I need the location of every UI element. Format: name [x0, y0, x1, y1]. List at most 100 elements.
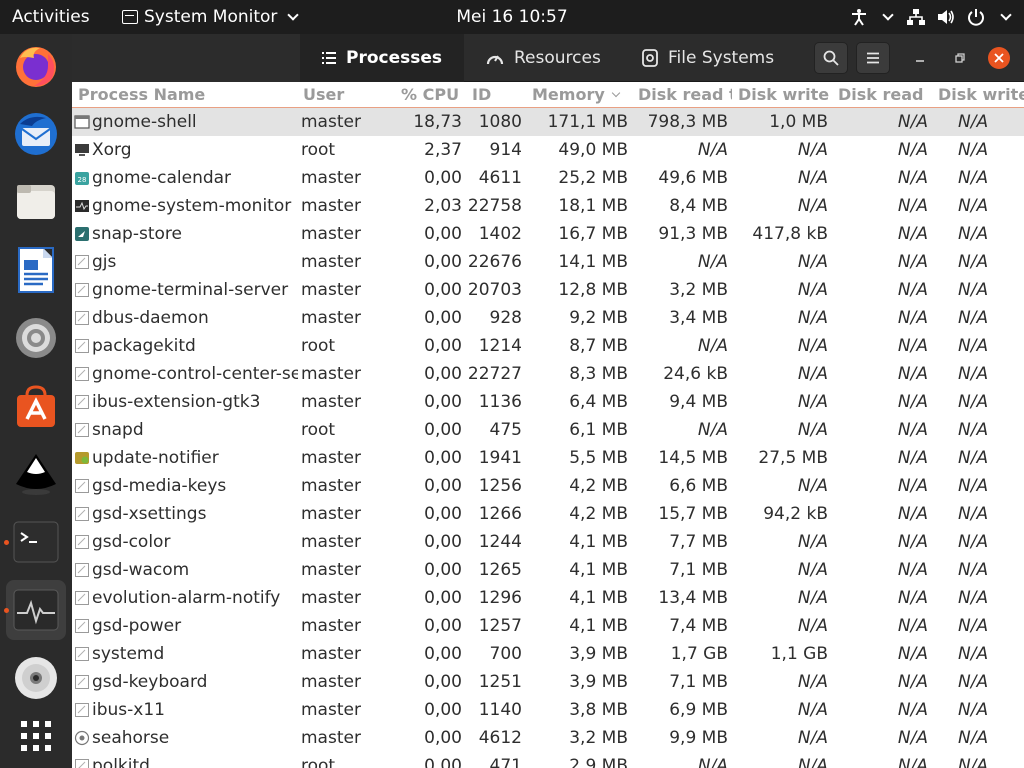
process-table[interactable]: Process Name User % CPU ID Memory Disk r…: [72, 82, 1024, 768]
table-row[interactable]: systemd master 0,00 700 3,9 MB 1,7 GB 1,1 GB N/…: [72, 640, 1024, 668]
dock-thunderbird[interactable]: [6, 104, 66, 164]
dock-system-monitor[interactable]: [4, 580, 66, 640]
running-indicator: [4, 540, 9, 545]
process-name-cell: gnome-control-center-se: [72, 360, 298, 388]
table-row[interactable]: gsd-power master 0,00 1257 4,1 MB 7,4 MB N/A N/…: [72, 612, 1024, 640]
tab-resources[interactable]: Resources: [464, 34, 623, 82]
settings-gear-icon: [16, 318, 56, 358]
table-row[interactable]: gsd-xsettings master 0,00 1266 4,2 MB 15,7 MB…: [72, 500, 1024, 528]
activities-button[interactable]: Activities: [12, 0, 90, 34]
column-header-memory[interactable]: Memory: [526, 82, 632, 108]
process-id-cell: 20703: [467, 280, 522, 300]
disk-write-total-cell: N/A: [797, 672, 828, 692]
disk-read-total-cell: 8,4 MB: [669, 196, 728, 216]
minimize-button[interactable]: [910, 48, 930, 68]
user-cell: master: [301, 364, 361, 384]
system-tray[interactable]: [850, 0, 1014, 34]
column-header-disk-read[interactable]: Disk read: [832, 82, 932, 108]
column-header-disk-read-total[interactable]: Disk read t: [632, 82, 732, 108]
cpu-cell: 2,37: [424, 140, 462, 160]
disk-read-cell: N/A: [897, 616, 928, 636]
close-window-button[interactable]: [988, 47, 1010, 69]
table-row[interactable]: ibus-extension-gtk3 master 0,00 1136 6,4 MB 9…: [72, 388, 1024, 416]
user-cell: master: [301, 252, 361, 272]
process-id-cell: 4612: [478, 728, 522, 748]
accessibility-chevron-icon[interactable]: [882, 9, 894, 21]
column-header-process-name[interactable]: Process Name: [72, 82, 298, 108]
memory-cell: 12,8 MB: [558, 280, 628, 300]
table-row[interactable]: packagekitd root 0,00 1214 8,7 MB N/A N/A N/A N/…: [72, 332, 1024, 360]
system-menu-chevron-icon[interactable]: [1000, 9, 1012, 21]
column-header-user[interactable]: User: [297, 82, 391, 108]
dock-ubuntu-software[interactable]: [6, 376, 66, 436]
table-row[interactable]: gjs master 0,00 22676 14,1 MB N/A N/A N/A N/A: [72, 248, 1024, 276]
table-row[interactable]: gsd-media-keys master 0,00 1256 4,2 MB 6,6 MB…: [72, 472, 1024, 500]
memory-cell: 3,8 MB: [569, 700, 628, 720]
table-row[interactable]: gsd-keyboard master 0,00 1251 3,9 MB 7,1 MB N/…: [72, 668, 1024, 696]
main-menu-button[interactable]: [856, 42, 890, 74]
accessibility-icon[interactable]: [850, 8, 868, 26]
memory-cell: 4,1 MB: [569, 588, 628, 608]
table-row[interactable]: gsd-color master 0,00 1244 4,1 MB 7,7 MB N/A N/…: [72, 528, 1024, 556]
table-row[interactable]: snap-store master 0,00 1402 16,7 MB 91,3 MB 41…: [72, 220, 1024, 248]
memory-cell: 14,1 MB: [558, 252, 628, 272]
header-bar-empty-area[interactable]: [72, 34, 300, 82]
table-row[interactable]: gnome-shell master 18,73 1080 171,1 MB 798,3 …: [72, 108, 1024, 136]
table-row[interactable]: seahorse master 0,00 4612 3,2 MB 9,9 MB N/A N/A…: [72, 724, 1024, 752]
cpu-cell: 0,00: [424, 700, 462, 720]
tab-file-systems[interactable]: File Systems: [620, 34, 796, 82]
disk-write-cell: N/A: [958, 140, 989, 160]
dock-inkscape[interactable]: [6, 444, 66, 504]
disk-read-cell: N/A: [897, 756, 928, 768]
column-header-cpu[interactable]: % CPU: [395, 82, 467, 108]
disk-read-total-cell: N/A: [697, 756, 728, 768]
column-header-disk-write[interactable]: Disk write: [932, 82, 1024, 108]
power-icon[interactable]: [966, 7, 986, 27]
disk-write-total-cell: N/A: [797, 308, 828, 328]
column-header-id[interactable]: ID: [466, 82, 526, 108]
disk-write-cell: N/A: [958, 532, 989, 552]
table-row[interactable]: polkitd root 0,00 471 2,9 MB N/A N/A N/A N/A: [72, 752, 1024, 768]
process-name: ibus-extension-gtk3: [92, 392, 261, 412]
process-name-cell: ibus-extension-gtk3: [72, 388, 298, 416]
app-menu[interactable]: System Monitor: [122, 0, 301, 34]
show-applications-button[interactable]: [6, 706, 66, 766]
disk-write-total-cell: 417,8 kB: [752, 224, 828, 244]
dock-files[interactable]: [6, 172, 66, 232]
memory-cell: 8,3 MB: [569, 364, 628, 384]
tab-processes[interactable]: Processes: [300, 34, 465, 82]
clock[interactable]: Mei 16 10:57: [456, 7, 567, 27]
dock-libreoffice-writer[interactable]: [6, 240, 66, 300]
restore-button[interactable]: [950, 48, 970, 68]
column-header-disk-write-total[interactable]: Disk write: [732, 82, 832, 108]
process-name: gsd-wacom: [92, 560, 190, 580]
search-button[interactable]: [814, 42, 848, 74]
table-row[interactable]: gnome-control-center-se master 0,00 22727 8,…: [72, 360, 1024, 388]
table-row[interactable]: update-notifier master 0,00 1941 5,5 MB 14,5 …: [72, 444, 1024, 472]
volume-icon[interactable]: [936, 8, 956, 26]
dock-settings[interactable]: [6, 308, 66, 368]
generic-process-icon: [75, 703, 89, 717]
cpu-cell: 0,00: [424, 672, 462, 692]
memory-cell: 2,9 MB: [569, 756, 628, 768]
running-indicator: [4, 608, 9, 613]
dock-firefox[interactable]: [6, 36, 66, 96]
network-icon[interactable]: [906, 8, 926, 26]
disk-write-cell: N/A: [958, 756, 989, 768]
disk-write-cell: N/A: [958, 504, 989, 524]
memory-cell: 3,9 MB: [569, 672, 628, 692]
dock-dvd-drive[interactable]: [6, 648, 66, 708]
table-row[interactable]: gnome-terminal-server master 0,00 20703 12,8…: [72, 276, 1024, 304]
table-row[interactable]: gnome-system-monitor master 2,03 22758 18,1 …: [72, 192, 1024, 220]
dock-terminal[interactable]: [4, 512, 66, 572]
table-row[interactable]: 28 gnome-calendar master 0,00 4611 25,2 MB 49,…: [72, 164, 1024, 192]
cpu-cell: 0,00: [424, 420, 462, 440]
table-row[interactable]: Xorg root 2,37 914 49,0 MB N/A N/A N/A N/A: [72, 136, 1024, 164]
table-row[interactable]: gsd-wacom master 0,00 1265 4,1 MB 7,1 MB N/A N/…: [72, 556, 1024, 584]
table-row[interactable]: evolution-alarm-notify master 0,00 1296 4,1 …: [72, 584, 1024, 612]
table-row[interactable]: dbus-daemon master 0,00 928 9,2 MB 3,4 MB N/A N…: [72, 304, 1024, 332]
disk-read-total-cell: 1,7 GB: [670, 644, 728, 664]
process-name-cell: gsd-keyboard: [72, 668, 298, 696]
table-row[interactable]: ibus-x11 master 0,00 1140 3,8 MB 6,9 MB N/A N/A…: [72, 696, 1024, 724]
table-row[interactable]: snapd root 0,00 475 6,1 MB N/A N/A N/A N/A: [72, 416, 1024, 444]
